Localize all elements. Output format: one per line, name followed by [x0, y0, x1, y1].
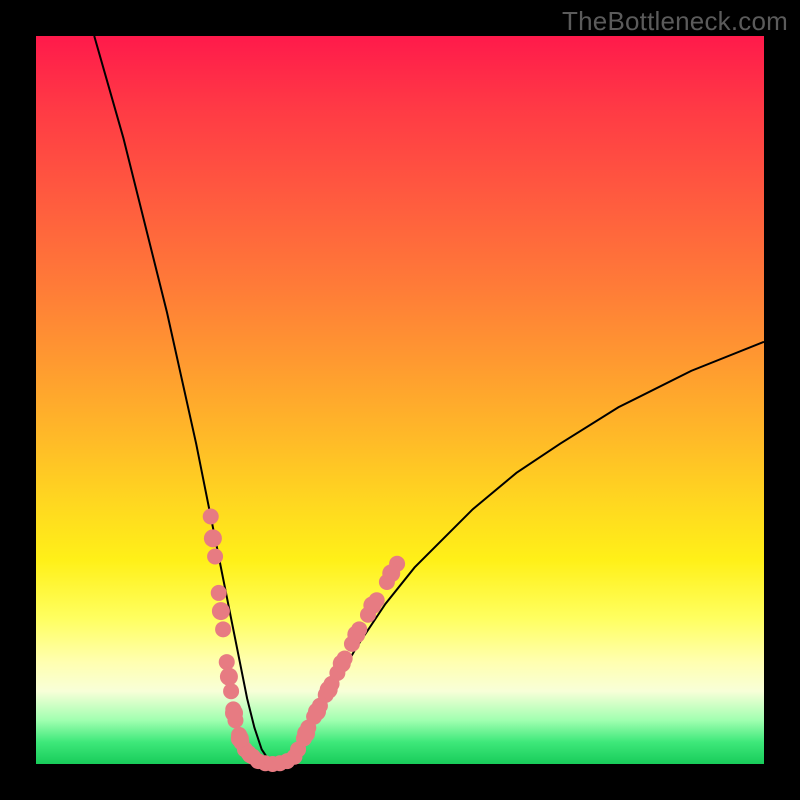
curve-marker [223, 683, 239, 699]
curve-marker [297, 724, 315, 742]
curve-markers [203, 508, 405, 772]
curve-marker [203, 508, 219, 524]
curve-marker [231, 730, 249, 748]
curve-marker [320, 681, 338, 699]
curve-marker [220, 668, 238, 686]
chart-svg [36, 36, 764, 764]
curve-marker [211, 585, 227, 601]
curve-marker [212, 602, 230, 620]
curve-marker [225, 704, 243, 722]
curve-marker [363, 596, 381, 614]
bottleneck-curve [94, 36, 764, 764]
curve-marker [308, 703, 326, 721]
plot-area [36, 36, 764, 764]
watermark-text: TheBottleneck.com [562, 6, 788, 37]
curve-marker [333, 655, 351, 673]
chart-frame: TheBottleneck.com [0, 0, 800, 800]
curve-marker [382, 564, 400, 582]
curve-marker [204, 529, 222, 547]
curve-marker [347, 625, 365, 643]
curve-marker [215, 621, 231, 637]
curve-marker [207, 549, 223, 565]
curve-marker [219, 654, 235, 670]
